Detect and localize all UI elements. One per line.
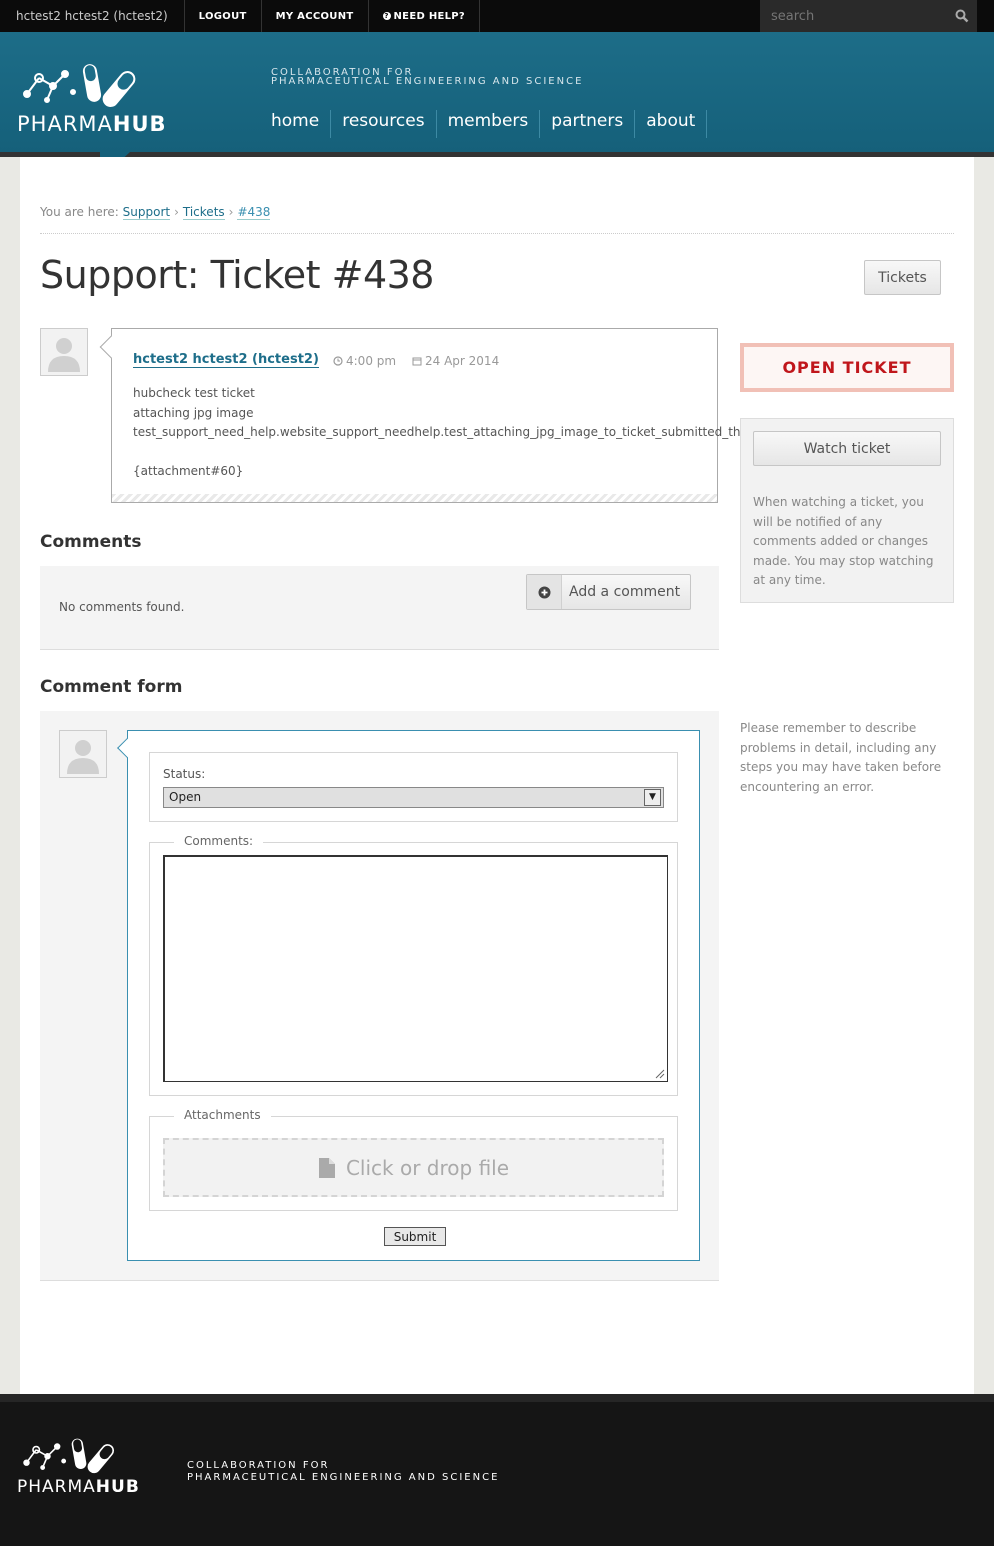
comments-list: No comments found. Add a comment <box>40 566 719 650</box>
nav-members[interactable]: members <box>437 110 541 138</box>
dropdown-arrow-icon: ▼ <box>644 789 661 806</box>
watch-ticket-button[interactable]: Watch ticket <box>753 431 941 466</box>
author-avatar <box>40 328 88 376</box>
need-help-label: NEED HELP? <box>393 10 466 22</box>
add-comment-button[interactable]: Add a comment <box>526 574 691 610</box>
page-title: Support: Ticket #438 <box>40 253 434 297</box>
ticket-body-line: test_support_need_help.website_support_n… <box>133 425 844 439</box>
breadcrumb-prefix: You are here: <box>40 205 119 219</box>
breadcrumb-current[interactable]: #438 <box>237 205 271 220</box>
search-input[interactable] <box>760 1 940 31</box>
breadcrumb-tickets[interactable]: Tickets <box>182 205 225 220</box>
form-reminder-text: Please remember to describe problems in … <box>740 721 942 794</box>
comments-textarea[interactable] <box>163 855 668 1082</box>
main-nav: home resources members partners about <box>260 110 708 138</box>
user-silhouette-icon <box>48 338 80 372</box>
file-icon <box>318 1157 335 1178</box>
ticket-attachment-ref: {attachment#60} <box>133 464 244 478</box>
clock-icon <box>333 356 343 366</box>
calendar-icon <box>412 357 422 366</box>
nav-about[interactable]: about <box>635 110 708 138</box>
watch-panel: Watch ticket When watching a ticket, you… <box>740 418 954 603</box>
need-help-link[interactable]: ? NEED HELP? <box>369 0 481 32</box>
logo-wordmark: PHARMAHUB <box>17 112 167 136</box>
file-dropzone[interactable]: Click or drop file <box>163 1138 664 1197</box>
footer-wordmark: PHARMAHUB <box>17 1477 140 1497</box>
comment-form-heading: Comment form <box>40 677 183 697</box>
search-icon[interactable] <box>955 8 969 23</box>
comment-form-area: Status: Open ▼ Comments: Attachments Cli… <box>40 711 719 1281</box>
no-comments-message: No comments found. <box>59 600 185 614</box>
comments-legend: Comments: <box>174 834 264 848</box>
ticket-body-line: attaching jpg image <box>133 406 254 420</box>
nav-partners[interactable]: partners <box>540 110 636 138</box>
site-tagline: COLLABORATION FOR PHARMACEUTICAL ENGINEE… <box>271 67 584 87</box>
site-footer: PHARMAHUB COLLABORATION FOR PHARMACEUTIC… <box>0 1394 994 1546</box>
footer-tagline: COLLABORATION FOR PHARMACEUTICAL ENGINEE… <box>187 1460 500 1483</box>
add-comment-label: Add a comment <box>569 584 681 600</box>
ticket-message: hctest2 hctest2 (hctest2) 4:00 pm 24 Apr… <box>99 328 843 503</box>
site-header: PHARMAHUB COLLABORATION FOR PHARMACEUTIC… <box>0 32 994 180</box>
top-bar: hctest2 hctest2 (hctest2) LOGOUT MY ACCO… <box>0 0 994 32</box>
status-fieldset: Status: Open ▼ <box>149 752 678 822</box>
breadcrumb-divider <box>40 233 954 234</box>
submit-button[interactable]: Submit <box>384 1227 446 1246</box>
nav-home[interactable]: home <box>260 110 332 138</box>
molecule-pill-icon <box>23 64 136 107</box>
user-silhouette-icon <box>67 740 99 774</box>
dropzone-label: Click or drop file <box>345 1155 510 1180</box>
search-box <box>760 0 977 32</box>
tickets-button[interactable]: Tickets <box>864 260 941 295</box>
molecule-pill-icon <box>23 1438 115 1474</box>
ticket-date: 24 Apr 2014 <box>412 354 499 368</box>
resize-grip-icon[interactable] <box>655 1069 665 1079</box>
ticket-time: 4:00 pm <box>333 354 396 368</box>
my-account-link[interactable]: MY ACCOUNT <box>262 0 369 32</box>
breadcrumb-support[interactable]: Support <box>122 205 171 220</box>
watch-help-text: When watching a ticket, you will be noti… <box>753 495 934 587</box>
commenter-avatar <box>59 730 107 778</box>
main-content: You are here: Support › Tickets › #438 Suppo… <box>20 157 974 1394</box>
attachments-fieldset: Attachments Click or drop file <box>149 1108 678 1211</box>
account-user-name[interactable]: hctest2 hctest2 (hctest2) <box>0 0 185 32</box>
help-icon: ? <box>382 12 391 20</box>
comments-fieldset: Comments: <box>149 834 678 1096</box>
site-logo[interactable]: PHARMAHUB <box>17 56 167 136</box>
status-label: Status: <box>163 767 206 781</box>
comments-heading: Comments <box>40 532 142 552</box>
plus-circle-icon <box>527 575 562 609</box>
ticket-status-badge: OPEN TICKET <box>740 343 954 392</box>
attachments-legend: Attachments <box>174 1108 271 1122</box>
breadcrumb: You are here: Support › Tickets › #438 <box>40 205 271 220</box>
status-select[interactable]: Open ▼ <box>163 787 664 808</box>
comment-form: Status: Open ▼ Comments: Attachments Cli… <box>117 730 700 1261</box>
logout-link[interactable]: LOGOUT <box>185 0 262 32</box>
footer-logo[interactable]: PHARMAHUB <box>17 1432 141 1497</box>
ticket-author-link[interactable]: hctest2 hctest2 (hctest2) <box>133 352 319 368</box>
ticket-body-line: hubcheck test ticket <box>133 386 255 400</box>
nav-resources[interactable]: resources <box>331 110 437 138</box>
